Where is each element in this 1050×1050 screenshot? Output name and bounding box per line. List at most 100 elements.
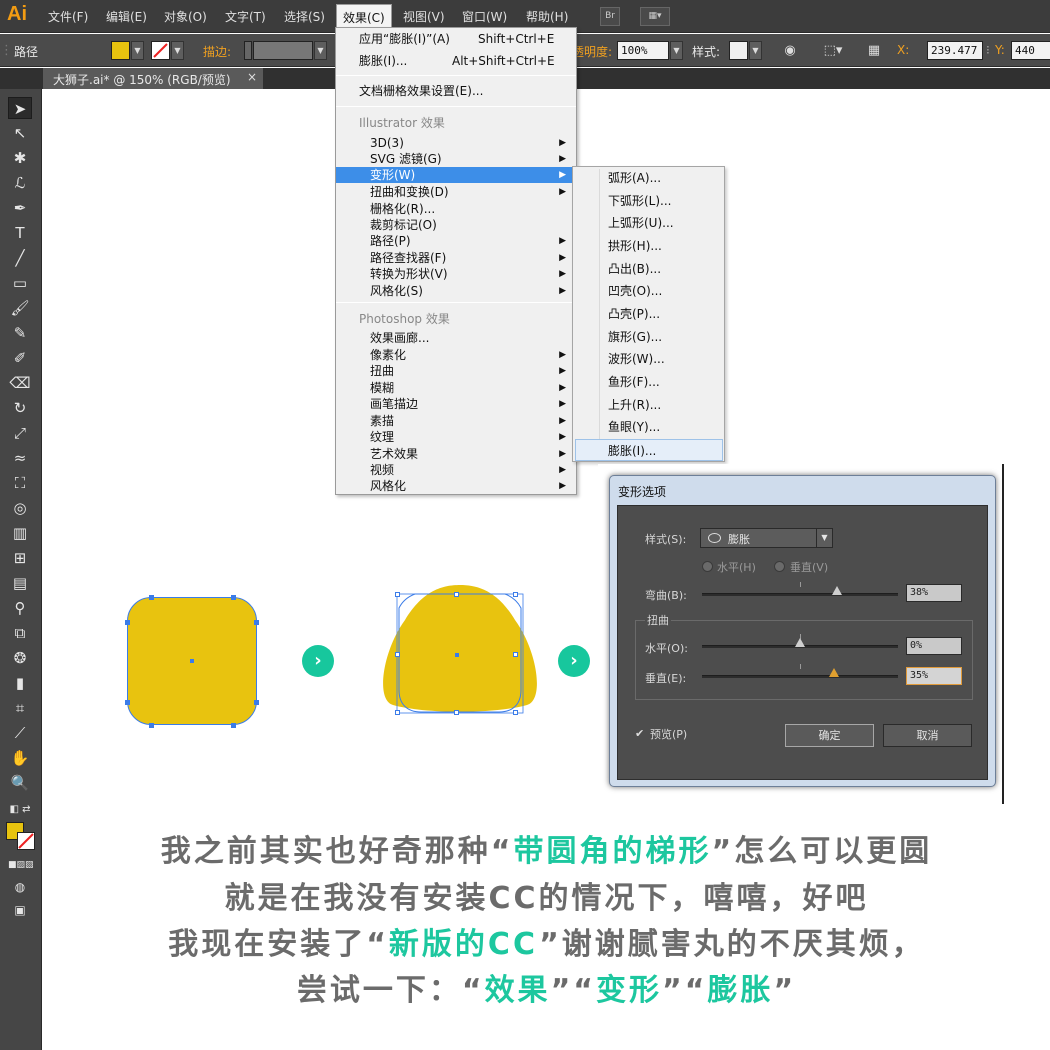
bounding-box-handle[interactable] — [395, 710, 400, 715]
menu-item-warp[interactable]: 变形(W) ▶ — [336, 167, 576, 183]
menu-item-brush-strokes[interactable]: 画笔描边 ▶ — [336, 396, 576, 412]
menu-item-distort-transform[interactable]: 扭曲和变换(D) ▶ — [336, 184, 576, 200]
warp-fish-item[interactable]: 鱼形(F)... — [575, 371, 723, 393]
menu-item-stylize-ps[interactable]: 风格化 ▶ — [336, 478, 576, 494]
document-raster-settings-item[interactable]: 文档栅格效果设置(E)... — [336, 83, 576, 99]
menu-item-texture[interactable]: 纹理 ▶ — [336, 429, 576, 445]
document-tab[interactable]: 大狮子.ai* @ 150% (RGB/预览) × — [43, 68, 263, 89]
stroke-dropdown[interactable]: ▼ — [171, 41, 184, 60]
bounding-box-handle[interactable] — [395, 652, 400, 657]
apply-last-effect-item[interactable]: 应用“膨胀(I)”(A) Shift+Ctrl+E — [336, 31, 576, 47]
blob-brush-tool-icon[interactable]: ✐ — [8, 347, 32, 369]
menu-object[interactable]: 对象(O) — [164, 8, 207, 25]
scale-tool-icon[interactable]: ⤢ — [8, 422, 32, 444]
cancel-button[interactable]: 取消 — [883, 724, 972, 747]
opacity-field[interactable]: 100% — [617, 41, 669, 60]
warp-rise-item[interactable]: 上升(R)... — [575, 394, 723, 416]
menu-select[interactable]: 选择(S) — [284, 8, 325, 25]
eraser-tool-icon[interactable]: ⌫ — [8, 372, 32, 394]
horizontal-radio[interactable] — [702, 561, 713, 572]
zoom-tool-icon[interactable]: 🔍 — [8, 772, 32, 794]
anchor-point[interactable] — [149, 723, 154, 728]
bounding-box-handle[interactable] — [454, 710, 459, 715]
menu-window[interactable]: 窗口(W) — [462, 8, 507, 25]
warp-arch-item[interactable]: 拱形(H)... — [575, 235, 723, 257]
menu-item-pixelate[interactable]: 像素化 ▶ — [336, 347, 576, 363]
anchor-point[interactable] — [254, 700, 259, 705]
menu-item-effect-gallery[interactable]: 效果画廊... — [336, 330, 576, 346]
align-selection-icon[interactable]: ⬚▾ — [818, 41, 848, 60]
symbol-sprayer-tool-icon[interactable]: ❂ — [8, 647, 32, 669]
stroke-swatch-none[interactable] — [151, 41, 170, 60]
last-effect-item[interactable]: 膨胀(I)... Alt+Shift+Ctrl+E — [336, 53, 576, 69]
ok-button[interactable]: 确定 — [785, 724, 874, 747]
menu-item-crop-marks[interactable]: 裁剪标记(O) — [336, 217, 576, 233]
slice-tool-icon[interactable]: ⟋ — [8, 722, 32, 744]
menu-help[interactable]: 帮助(H) — [526, 8, 568, 25]
rotate-tool-icon[interactable]: ↻ — [8, 397, 32, 419]
menu-view[interactable]: 视图(V) — [403, 8, 445, 25]
arrange-documents-icon[interactable]: ▦▾ — [640, 7, 670, 26]
warp-arc-lower-item[interactable]: 下弧形(L)... — [575, 190, 723, 212]
warp-wave-item[interactable]: 波形(W)... — [575, 348, 723, 370]
warp-arc-upper-item[interactable]: 上弧形(U)... — [575, 212, 723, 234]
drawing-mode-icon[interactable]: ◍ — [8, 876, 32, 898]
bounding-box-handle[interactable] — [513, 592, 518, 597]
pencil-tool-icon[interactable]: ✎ — [8, 322, 32, 344]
close-tab-icon[interactable]: × — [247, 70, 257, 84]
stroke-weight-field[interactable] — [253, 41, 313, 60]
anchor-point[interactable] — [231, 595, 236, 600]
paintbrush-tool-icon[interactable]: 🖌 — [8, 297, 32, 319]
bend-slider-thumb[interactable] — [832, 586, 843, 595]
stroke-weight-dropdown[interactable]: ▼ — [314, 41, 327, 60]
distort-vertical-slider-thumb[interactable] — [829, 668, 840, 677]
hand-tool-icon[interactable]: ✋ — [8, 747, 32, 769]
default-colors-icon[interactable]: ◧ ⇄ — [8, 799, 32, 821]
mesh-tool-icon[interactable]: ⊞ — [8, 547, 32, 569]
warp-shell-lower-item[interactable]: 凹壳(O)... — [575, 280, 723, 302]
menu-item-convert-to-shape[interactable]: 转换为形状(V) ▶ — [336, 266, 576, 282]
warp-bulge-item[interactable]: 凸出(B)... — [575, 258, 723, 280]
shape-builder-tool-icon[interactable]: ◎ — [8, 497, 32, 519]
bounding-box-handle[interactable] — [513, 710, 518, 715]
menu-item-3d[interactable]: 3D(3) ▶ — [336, 135, 576, 151]
bend-slider-track[interactable] — [702, 593, 898, 596]
menu-item-blur[interactable]: 模糊 ▶ — [336, 380, 576, 396]
distort-vertical-slider-track[interactable] — [702, 675, 898, 678]
distort-horizontal-field[interactable]: 0% — [906, 637, 962, 655]
vertical-radio[interactable] — [774, 561, 785, 572]
opacity-dropdown[interactable]: ▼ — [670, 41, 683, 60]
anchor-point[interactable] — [231, 723, 236, 728]
bounding-box-handle[interactable] — [454, 592, 459, 597]
magic-wand-tool-icon[interactable]: ✱ — [8, 147, 32, 169]
type-tool-icon[interactable]: T — [8, 222, 32, 244]
bounding-box-handle[interactable] — [513, 652, 518, 657]
screen-mode-icon[interactable]: ▣ — [8, 899, 32, 921]
preview-checkbox[interactable]: ✔ — [635, 728, 646, 739]
bounding-box-handle[interactable] — [395, 592, 400, 597]
warp-fisheye-item[interactable]: 鱼眼(Y)... — [575, 416, 723, 438]
menu-type[interactable]: 文字(T) — [225, 8, 266, 25]
menu-file[interactable]: 文件(F) — [48, 8, 88, 25]
stroke-color-box[interactable] — [17, 832, 35, 850]
stroke-label[interactable]: 描边: — [203, 43, 231, 60]
anchor-point[interactable] — [125, 620, 130, 625]
gradient-tool-icon[interactable]: ▤ — [8, 572, 32, 594]
menu-item-distort[interactable]: 扭曲 ▶ — [336, 363, 576, 379]
warp-inflate-item[interactable]: 膨胀(I)... — [575, 439, 723, 461]
blend-tool-icon[interactable]: ⧉ — [8, 622, 32, 644]
stroke-stepper[interactable] — [244, 41, 252, 60]
graphic-style-swatch[interactable] — [729, 41, 748, 60]
distort-horizontal-slider-thumb[interactable] — [795, 638, 805, 647]
recolor-icon[interactable]: ◉ — [780, 41, 800, 60]
anchor-point[interactable] — [125, 700, 130, 705]
warp-flag-item[interactable]: 旗形(G)... — [575, 326, 723, 348]
column-graph-tool-icon[interactable]: ▮ — [8, 672, 32, 694]
bridge-button[interactable]: Br — [600, 7, 620, 26]
menu-item-artistic[interactable]: 艺术效果 ▶ — [336, 446, 576, 462]
anchor-point[interactable] — [254, 620, 259, 625]
warp-arc-item[interactable]: 弧形(A)... — [575, 167, 723, 189]
direct-selection-tool-icon[interactable]: ↖ — [8, 122, 32, 144]
distort-vertical-field[interactable]: 35% — [906, 667, 962, 685]
menu-item-rasterize[interactable]: 栅格化(R)... — [336, 201, 576, 217]
